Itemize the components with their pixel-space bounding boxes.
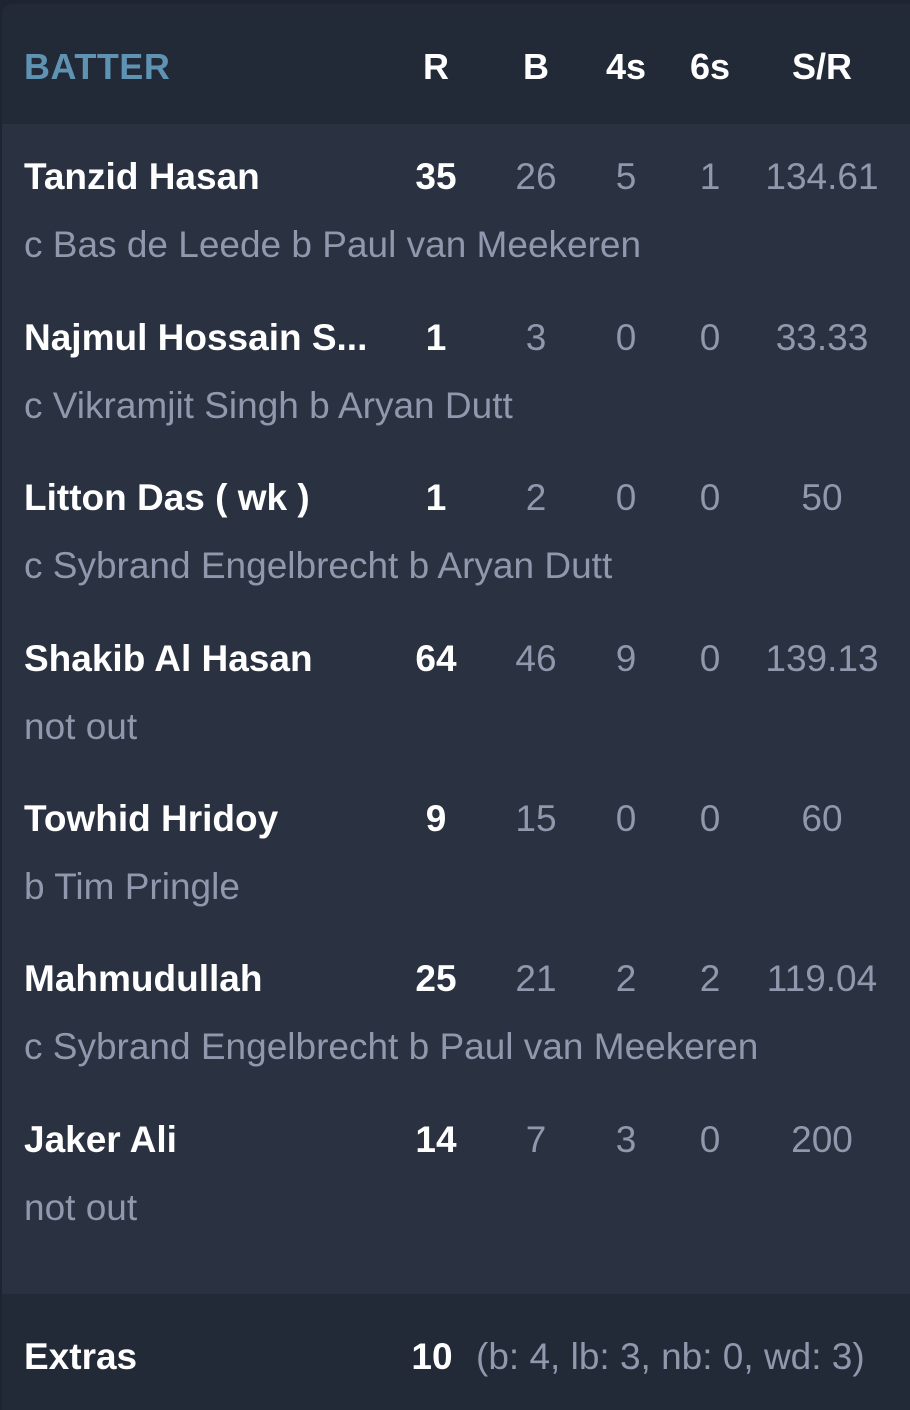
header-strike-rate: S/R xyxy=(791,46,852,87)
batter-name[interactable]: Mahmudullah xyxy=(24,954,262,1004)
batter-dismissal: not out xyxy=(24,706,138,747)
batter-sixes: 0 xyxy=(699,638,721,679)
batter-dismissal: c Vikramjit Singh b Aryan Dutt xyxy=(24,385,513,426)
batter-sixes: 0 xyxy=(699,1119,721,1160)
batter-dismissal: b Tim Pringle xyxy=(24,866,240,907)
batter-balls: 26 xyxy=(515,156,557,197)
batter-fours: 5 xyxy=(615,156,637,197)
batter-runs: 1 xyxy=(425,477,447,518)
batter-fours: 0 xyxy=(615,317,637,358)
batter-sixes: 0 xyxy=(699,477,721,518)
extras-breakdown: (b: 4, lb: 3, nb: 0, wd: 3) xyxy=(476,1336,865,1377)
batter-name[interactable]: Najmul Hossain S... xyxy=(24,313,367,363)
batter-row[interactable]: Mahmudullah 25 21 2 2 119.04 c Sybrand E… xyxy=(2,922,910,1082)
batter-balls: 7 xyxy=(525,1119,547,1160)
extras-label: Extras xyxy=(24,1336,138,1377)
batting-scorecard: BATTER R B 4s 6s S/R Tanzid Hasan 35 26 … xyxy=(2,4,910,1410)
batter-name[interactable]: Tanzid Hasan xyxy=(24,152,260,202)
batter-strike-rate: 200 xyxy=(791,1119,853,1160)
batter-name[interactable]: Litton Das ( wk ) xyxy=(24,473,310,523)
batter-strike-rate: 139.13 xyxy=(765,638,879,679)
batter-sixes: 1 xyxy=(699,156,721,197)
batter-dismissal: not out xyxy=(24,1187,138,1228)
batter-runs: 35 xyxy=(415,156,457,197)
batter-strike-rate: 119.04 xyxy=(766,958,878,999)
batter-runs: 1 xyxy=(425,317,447,358)
batter-sixes: 0 xyxy=(699,798,721,839)
batter-row[interactable]: Jaker Ali 14 7 3 0 200 not out xyxy=(2,1083,910,1243)
batter-dismissal: c Bas de Leede b Paul van Meekeren xyxy=(24,224,642,265)
header-balls: B xyxy=(523,46,549,87)
header-runs: R xyxy=(423,46,449,87)
batter-name[interactable]: Shakib Al Hasan xyxy=(24,634,313,684)
batter-sixes: 2 xyxy=(699,958,721,999)
extras-total: 10 xyxy=(411,1336,453,1377)
batter-row[interactable]: Towhid Hridoy 9 15 0 0 60 b Tim Pringle xyxy=(2,762,910,922)
batter-balls: 2 xyxy=(525,477,547,518)
extras-row: Extras 10 (b: 4, lb: 3, nb: 0, wd: 3) xyxy=(2,1294,910,1410)
batter-balls: 15 xyxy=(515,798,557,839)
batter-balls: 3 xyxy=(525,317,547,358)
batter-row[interactable]: Shakib Al Hasan 64 46 9 0 139.13 not out xyxy=(2,602,910,762)
batter-row[interactable]: Litton Das ( wk ) 1 2 0 0 50 c Sybrand E… xyxy=(2,441,910,601)
batter-fours: 3 xyxy=(615,1119,637,1160)
batter-name[interactable]: Jaker Ali xyxy=(24,1115,177,1165)
batter-strike-rate: 60 xyxy=(801,798,843,839)
batter-fours: 0 xyxy=(615,477,637,518)
batter-strike-rate: 33.33 xyxy=(775,317,869,358)
batter-runs: 14 xyxy=(415,1119,457,1160)
batter-fours: 2 xyxy=(615,958,637,999)
header-sixes: 6s xyxy=(689,46,731,87)
batter-strike-rate: 134.61 xyxy=(765,156,879,197)
batter-name[interactable]: Towhid Hridoy xyxy=(24,794,278,844)
batter-dismissal: c Sybrand Engelbrecht b Paul van Meekere… xyxy=(24,1026,759,1067)
batter-runs: 64 xyxy=(415,638,457,679)
scorecard-header: BATTER R B 4s 6s S/R xyxy=(2,4,910,124)
batter-strike-rate: 50 xyxy=(801,477,843,518)
batter-balls: 21 xyxy=(515,958,557,999)
batter-sixes: 0 xyxy=(699,317,721,358)
header-batter: BATTER xyxy=(24,46,171,87)
batter-row[interactable]: Tanzid Hasan 35 26 5 1 134.61 c Bas de L… xyxy=(2,120,910,280)
batter-runs: 25 xyxy=(415,958,457,999)
batter-fours: 0 xyxy=(615,798,637,839)
batter-runs: 9 xyxy=(425,798,447,839)
batter-fours: 9 xyxy=(615,638,637,679)
batter-balls: 46 xyxy=(515,638,557,679)
header-fours: 4s xyxy=(605,46,647,87)
batter-dismissal: c Sybrand Engelbrecht b Aryan Dutt xyxy=(24,545,613,586)
batter-row[interactable]: Najmul Hossain S... 1 3 0 0 33.33 c Vikr… xyxy=(2,281,910,441)
